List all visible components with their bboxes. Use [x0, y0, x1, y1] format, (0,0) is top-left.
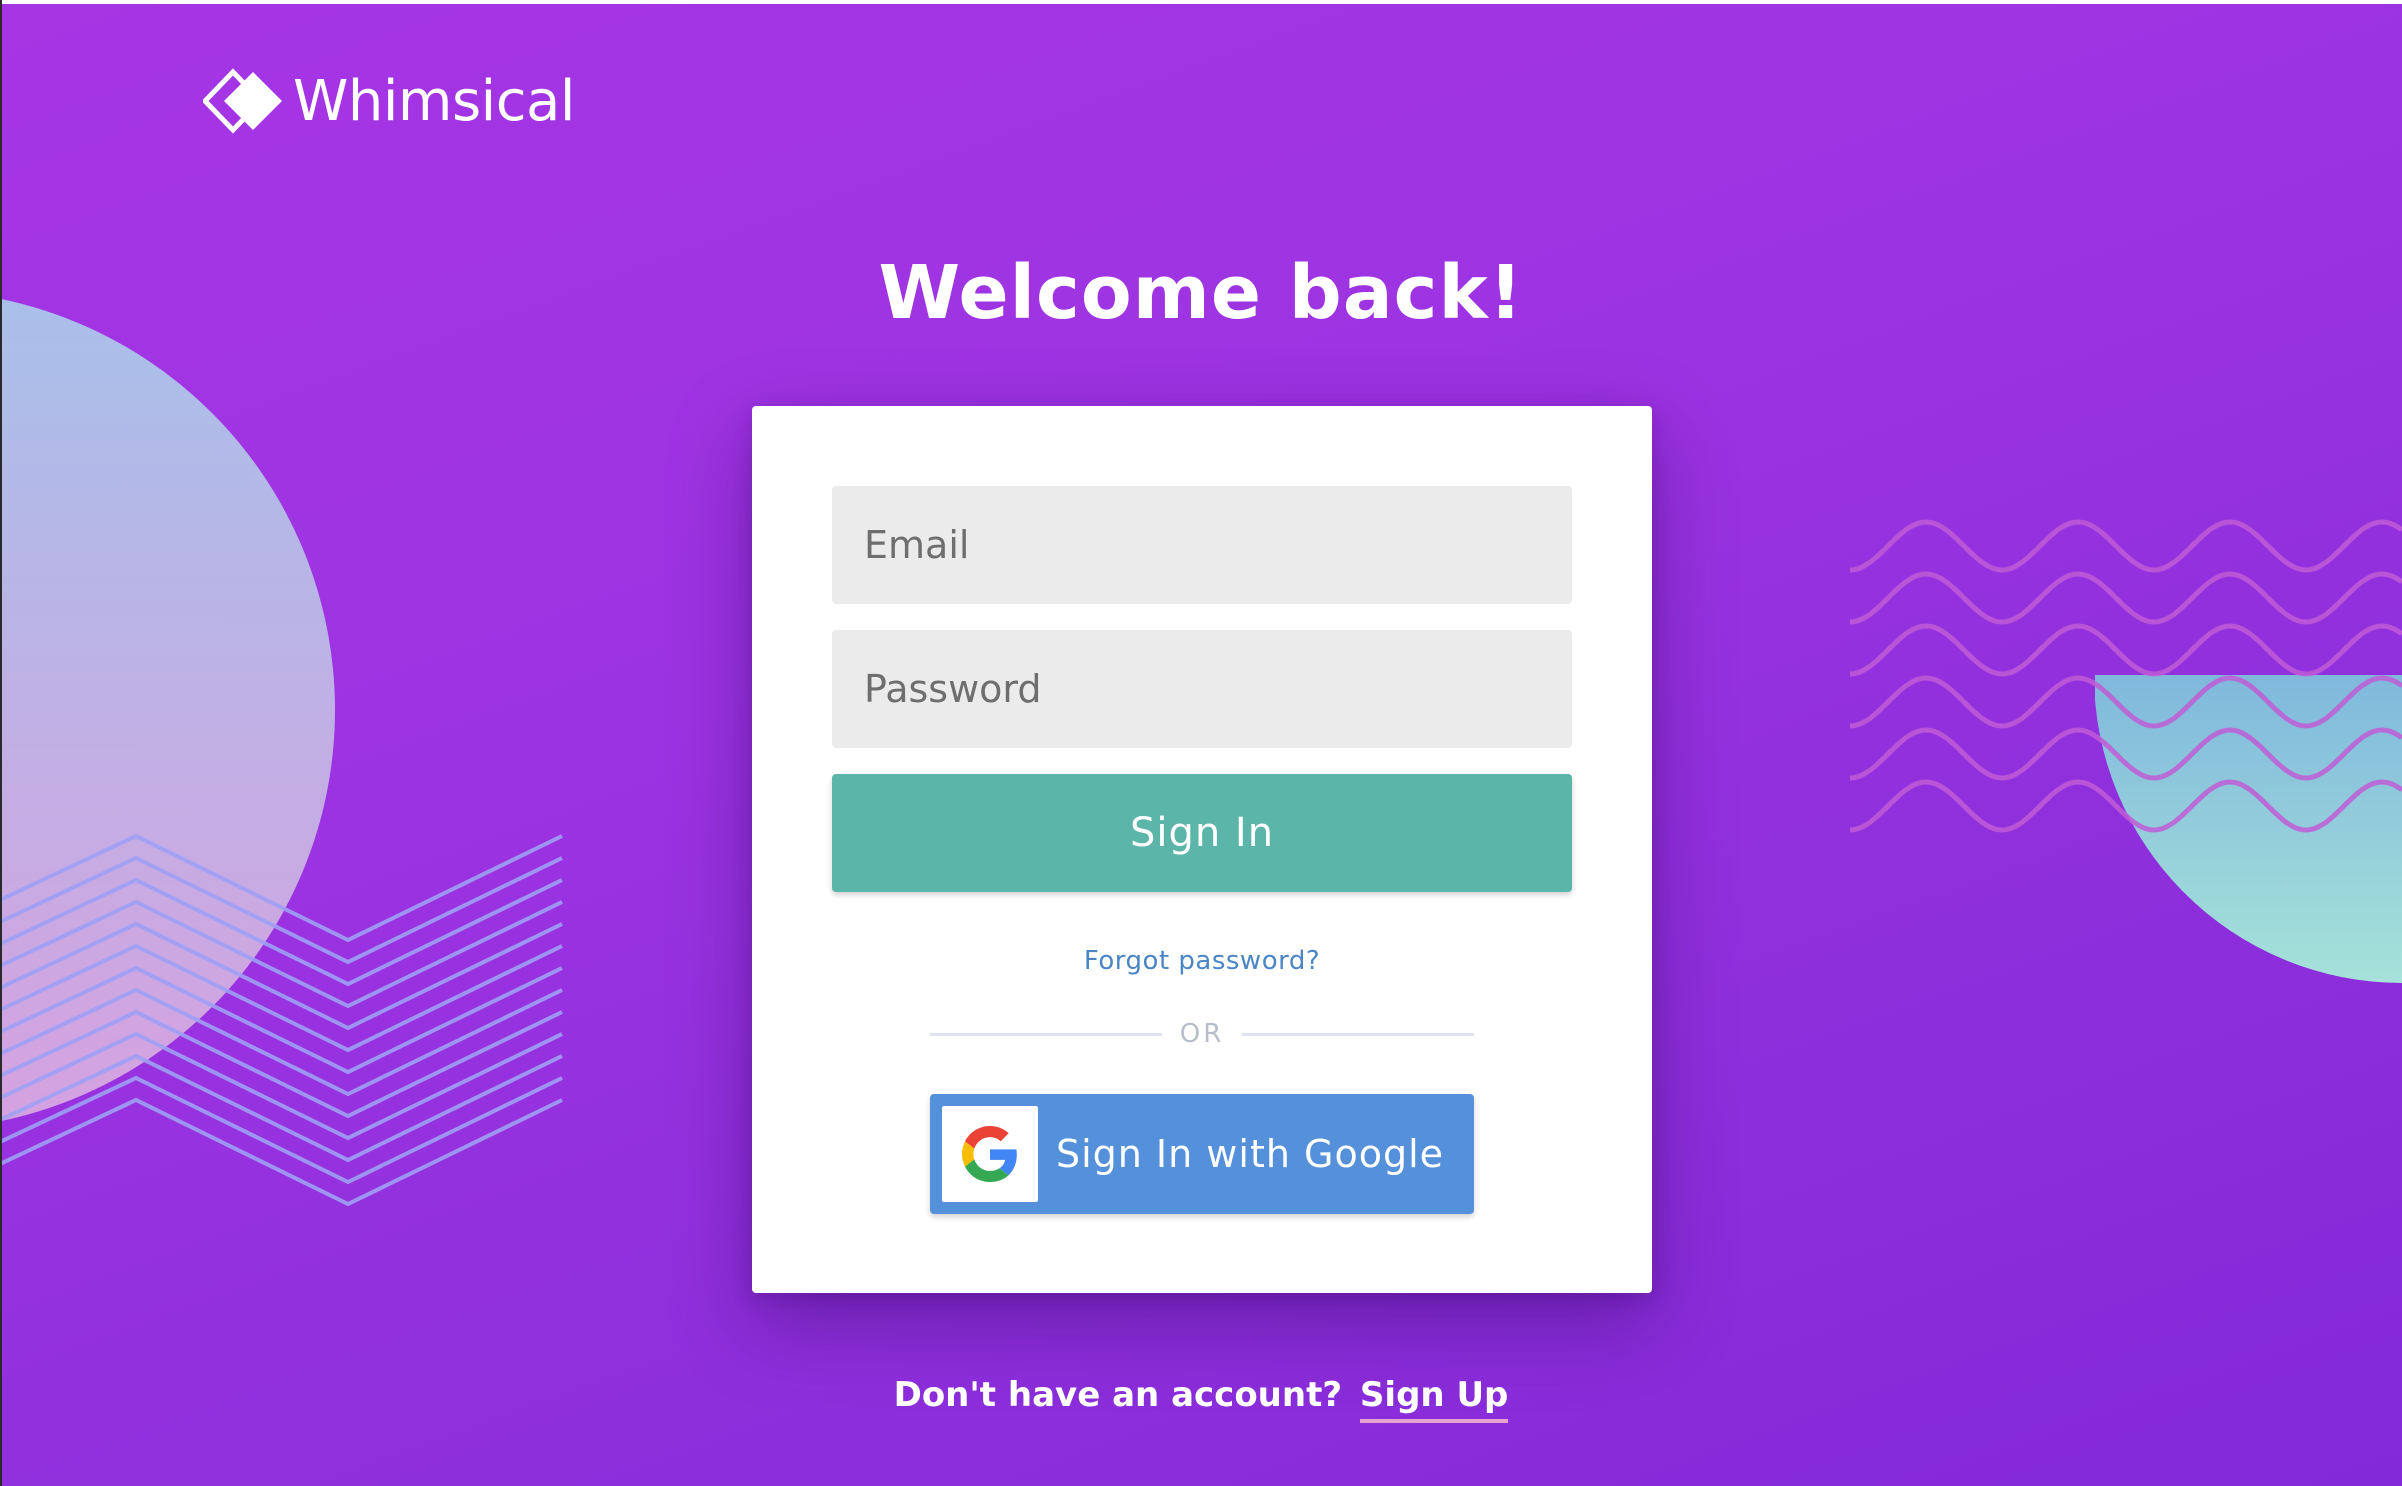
google-icon-box [942, 1106, 1038, 1202]
sign-in-button[interactable]: Sign In [832, 774, 1572, 892]
password-input[interactable] [832, 630, 1572, 748]
google-sign-in-button[interactable]: Sign In with Google [930, 1094, 1474, 1214]
forgot-password-link[interactable]: Forgot password? [752, 946, 1652, 976]
logo-wordmark: Whimsical [293, 68, 575, 134]
or-label: OR [1179, 1019, 1225, 1049]
sign-in-card: Sign In Forgot password? OR Sign In with… [752, 406, 1652, 1293]
wave-line [1849, 571, 2402, 625]
wave-line [1849, 623, 2402, 677]
google-button-label: Sign In with Google [1055, 1132, 1445, 1176]
sign-in-button-label: Sign In [1129, 810, 1275, 856]
divider-line-left [930, 1032, 1162, 1036]
google-g-icon [962, 1126, 1017, 1182]
sign-up-prompt-text: Don't have an account? [893, 1375, 1343, 1415]
divider-line-right [1242, 1032, 1474, 1036]
whimsical-diamond-icon [203, 68, 282, 134]
page-title: Welcome back! [878, 250, 1524, 336]
sign-up-link[interactable]: Sign Up [1359, 1375, 1509, 1423]
whimsical-logo[interactable]: Whimsical [203, 66, 575, 136]
or-divider: OR [930, 1014, 1474, 1054]
right-semicircle-shape [2095, 675, 2402, 983]
wave-line [1849, 519, 2402, 573]
email-input[interactable] [832, 486, 1572, 604]
window-left-edge [0, 0, 2, 1486]
sign-up-prompt: Don't have an account? Sign Up [0, 1375, 2402, 1423]
